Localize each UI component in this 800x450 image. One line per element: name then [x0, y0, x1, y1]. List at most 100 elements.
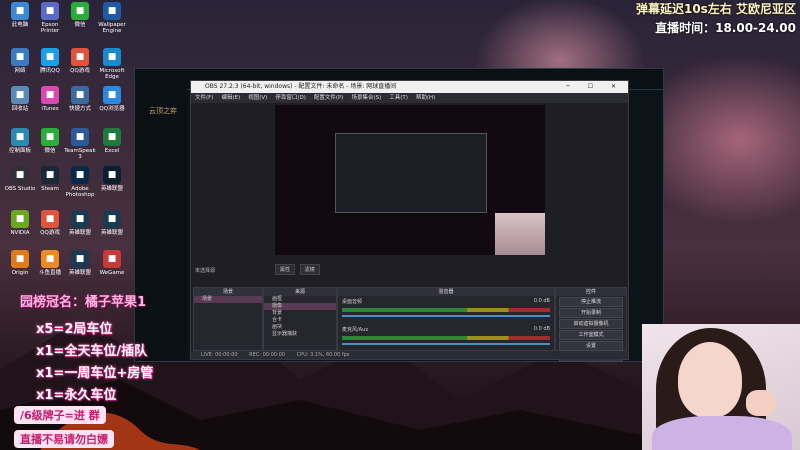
douyu-icon: ■ — [41, 250, 59, 268]
volume-meter — [342, 336, 550, 340]
desktop-shortcut-label: Adobe Photoshop — [65, 186, 95, 198]
no-source-label: 未选择源 — [195, 268, 216, 274]
channel-level: 0.0 dB — [533, 326, 550, 332]
desktop-shortcut[interactable]: ■ 英雄联盟 — [62, 250, 98, 276]
overlay-line: x1=一周车位+房管 — [36, 366, 154, 381]
mixer-channel: 麦克风/Aux 0.0 dB — [338, 324, 554, 352]
desktop-shortcut[interactable]: ■ QQ游戏 — [62, 48, 98, 74]
control-button[interactable]: 设置 — [559, 341, 623, 351]
excel-icon: ■ — [103, 128, 121, 146]
qq-browser-icon: ■ — [103, 86, 121, 104]
source-item[interactable]: 摄像 — [264, 303, 336, 310]
overlay-fan-badge-pill: /6级牌子=进 群 — [14, 406, 106, 424]
banner-schedule-text: 直播时间：18.00-24.00 — [655, 21, 796, 35]
desktop-shortcut-label: Microsoft Edge — [99, 68, 125, 80]
menu-item[interactable]: 场景集合(S) — [351, 95, 381, 101]
desktop-shortcut[interactable]: ■ Microsoft Edge — [94, 48, 130, 80]
live-time: LIVE: 00:00:00 — [201, 352, 238, 358]
volume-slider[interactable] — [342, 315, 550, 317]
obs-window[interactable]: OBS 27.2.3 (64-bit, windows) - 配置文件: 未命名… — [190, 80, 629, 362]
window-controls[interactable]: ─ ☐ ✕ — [566, 81, 624, 93]
volume-slider[interactable] — [342, 343, 550, 345]
desktop-shortcut[interactable]: ■ Adobe Photoshop — [62, 166, 98, 198]
origin-icon: ■ — [11, 250, 29, 268]
desktop-shortcut-label: QQ游戏 — [70, 68, 90, 74]
desktop-shortcut-label: 英雄联盟 — [100, 186, 123, 192]
overlay-line: x1=永久车位 — [36, 388, 117, 403]
source-item[interactable]: 画框 — [264, 296, 336, 303]
controls-header: 控件 — [556, 288, 626, 296]
menu-item[interactable]: 工具(T) — [389, 95, 408, 101]
scenes-dock: 场景 场景 — [193, 287, 263, 351]
desktop-shortcut[interactable]: ■ Excel — [94, 128, 130, 154]
obs-preview[interactable] — [275, 105, 545, 255]
desktop-shortcut[interactable]: ■ 微信 — [62, 2, 98, 28]
filters-button[interactable]: 滤镜 — [299, 264, 320, 275]
overlay-line: x1=全天车位/插队 — [36, 344, 148, 359]
game-icon: ■ — [103, 166, 121, 184]
menu-item[interactable]: 配置文件(P) — [314, 95, 344, 101]
menu-item[interactable]: 编辑(E) — [221, 95, 240, 101]
desktop-shortcut[interactable]: ■ Wallpaper Engine — [94, 2, 130, 34]
channel-name: 桌面音频 — [342, 299, 363, 305]
lol-icon: ■ — [71, 210, 89, 228]
itunes-icon: ■ — [41, 86, 59, 104]
desktop-shortcut-label: 微信 — [74, 22, 86, 28]
shortcut-icon: ■ — [71, 86, 89, 104]
scenes-header: 场景 — [194, 288, 262, 296]
computer-icon: ■ — [11, 2, 29, 20]
menu-item[interactable]: 视图(V) — [248, 95, 267, 101]
source-item[interactable]: 显示器捕获 — [264, 331, 336, 338]
source-item[interactable]: 画块 — [264, 324, 336, 331]
overlay-line: x5=2局车位 — [36, 322, 113, 337]
qq-game-icon: ■ — [71, 48, 89, 66]
desktop-shortcut-label: WeGame — [99, 270, 125, 276]
obs-icon: ■ — [11, 166, 29, 184]
control-button[interactable]: 停止推流 — [559, 297, 623, 307]
desktop-shortcut[interactable]: ■ QQ浏览器 — [94, 86, 130, 112]
properties-button[interactable]: 属性 — [275, 264, 296, 275]
overlay-no-freeloading-pill: 直播不易请勿白嫖 — [14, 430, 114, 448]
volume-meter — [342, 308, 550, 312]
steam-icon: ■ — [41, 166, 59, 184]
desktop-shortcut-label: Excel — [104, 148, 120, 154]
game-mode-label[interactable]: 云顶之弈 — [149, 106, 177, 116]
stream-banner: 弹幕延迟10s左右 艾欧尼亚区 直播时间：18.00-24.00 — [636, 0, 796, 36]
control-button[interactable]: 工作室模式 — [559, 330, 623, 340]
control-button[interactable]: 启动虚拟摄像机 — [559, 319, 623, 329]
desktop-shortcut[interactable]: ■ 英雄联盟 — [94, 210, 130, 236]
wallpaper-icon: ■ — [103, 2, 121, 20]
streamer-hand — [746, 390, 776, 416]
sources-header: 来源 — [264, 288, 336, 296]
desktop-shortcut[interactable]: ■ WeGame — [94, 250, 130, 276]
menu-item[interactable]: 帮助(H) — [416, 95, 435, 101]
desktop-shortcut-label: TeamSpeak 3 — [64, 148, 96, 160]
desktop-shortcut[interactable]: ■ 英雄联盟 — [62, 210, 98, 236]
scene-item[interactable]: 场景 — [194, 296, 262, 303]
streamer-face — [678, 342, 742, 418]
controls-dock: 控件 停止推流开始录制启动虚拟摄像机工作室模式设置退出 — [555, 287, 627, 362]
mixer-dock: 混音器 桌面音频 0.0 dB 麦克风/Aux 0.0 dB — [337, 287, 555, 351]
wechat-icon: ■ — [41, 128, 59, 146]
streamer-body — [652, 416, 792, 450]
channel-name: 麦克风/Aux — [342, 327, 369, 333]
desktop-shortcut-label: 快捷方式 — [68, 106, 91, 112]
source-item[interactable]: 合卡 — [264, 317, 336, 324]
rec-time: REC: 00:00:00 — [249, 352, 286, 358]
obs-menubar: 文件(F) 编辑(E) 视图(V) 停靠窗口(D) 配置文件(P) 场景集合(S) 工具(T… — [191, 93, 628, 103]
menu-item[interactable]: 文件(F) — [195, 95, 213, 101]
edge-icon: ■ — [103, 48, 121, 66]
source-item[interactable]: 背景 — [264, 310, 336, 317]
sources-dock: 来源 画框 摄像 背景 合卡 画块 显示器捕获 — [263, 287, 337, 351]
desktop-shortcut-label: 英雄联盟 — [68, 230, 91, 236]
desktop-shortcut[interactable]: ■ TeamSpeak 3 — [62, 128, 98, 160]
obs-titlebar: OBS 27.2.3 (64-bit, windows) - 配置文件: 未命名… — [191, 81, 628, 93]
desktop-shortcut[interactable]: ■ 快捷方式 — [62, 86, 98, 112]
menu-item[interactable]: 停靠窗口(D) — [275, 95, 306, 101]
desktop-shortcut[interactable]: ■ 英雄联盟 — [94, 166, 130, 192]
control-button[interactable]: 开始录制 — [559, 308, 623, 318]
recycle-bin-icon: ■ — [11, 86, 29, 104]
overlay-title: 园榜冠名：橘子苹果1 — [20, 295, 147, 310]
mixer-header: 混音器 — [338, 288, 554, 296]
teamspeak-icon: ■ — [71, 128, 89, 146]
